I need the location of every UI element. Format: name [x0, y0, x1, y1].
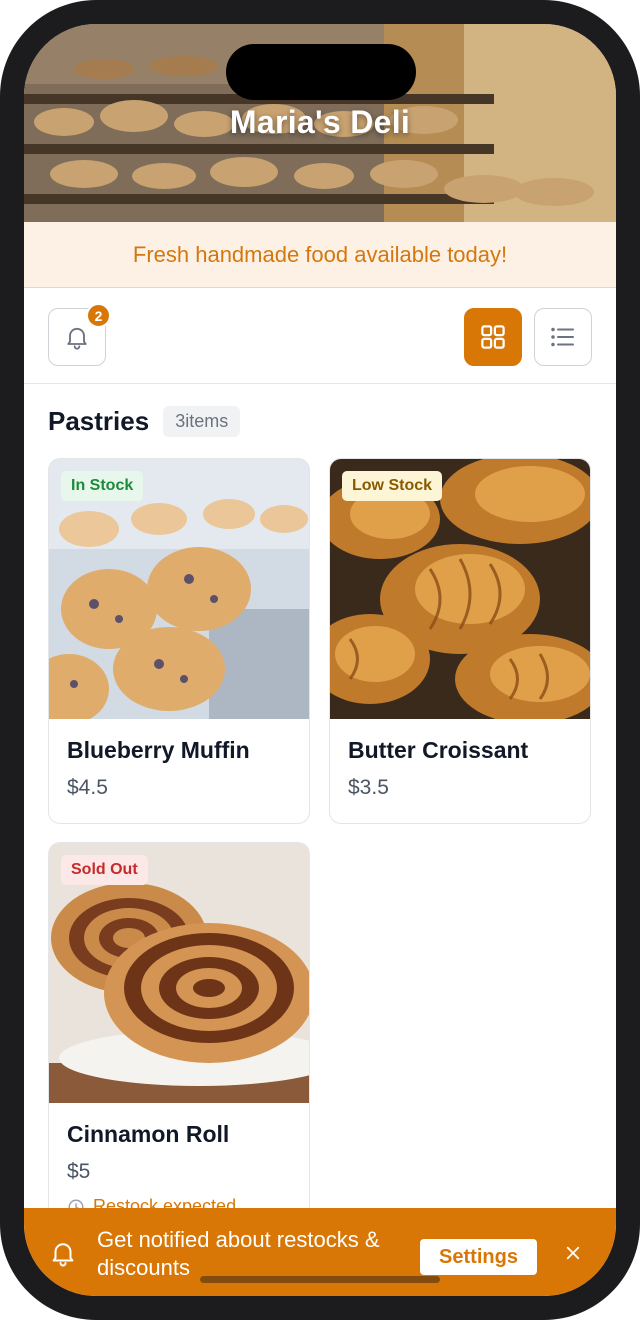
list-view-icon — [551, 327, 574, 347]
grid-view-icon — [481, 325, 505, 349]
product-image: In Stock — [49, 459, 309, 719]
product-card[interactable]: In Stock Blueberry Muffin $4.5 — [48, 458, 310, 824]
promo-banner-text: Fresh handmade food available today! — [132, 241, 508, 267]
list-view-button[interactable] — [534, 308, 592, 366]
home-indicator — [200, 1276, 440, 1283]
toolbar: 2 — [24, 288, 616, 384]
stock-status-badge: In Stock — [61, 471, 144, 501]
stock-status-badge: Sold Out — [61, 855, 148, 885]
product-image: Low Stock — [330, 459, 590, 719]
notification-count-badge: 2 — [86, 303, 111, 328]
bell-icon — [67, 327, 87, 350]
stock-status-badge: Low Stock — [342, 471, 443, 501]
phone-frame: Maria's Deli Fresh handmade food availab… — [0, 0, 640, 1320]
settings-button[interactable]: Settings — [420, 1239, 537, 1275]
close-icon — [566, 1246, 580, 1260]
toast-message: Get notified about restocks & discounts — [97, 1227, 380, 1280]
product-name: Blueberry Muffin — [67, 737, 250, 763]
promo-banner: Fresh handmade food available today! — [24, 222, 616, 288]
bell-icon — [52, 1243, 74, 1267]
product-card[interactable]: Low Stock Butter Croissant $3.5 — [329, 458, 591, 824]
product-price: $3.5 — [348, 776, 389, 799]
product-image: Sold Out — [49, 843, 309, 1103]
product-card[interactable]: Sold Out Cinnamon Roll $5 Restock expect… — [48, 842, 310, 1222]
product-name: Butter Croissant — [348, 737, 529, 763]
header-hero: Maria's Deli — [24, 24, 616, 222]
app-screen: Maria's Deli Fresh handmade food availab… — [24, 24, 616, 1296]
grid-view-button[interactable] — [464, 308, 522, 366]
store-title: Maria's Deli — [229, 104, 411, 140]
product-price: $5 — [67, 1160, 91, 1183]
close-toast-button[interactable] — [562, 1242, 584, 1264]
product-price: $4.5 — [67, 776, 108, 799]
section-title: Pastries — [48, 406, 150, 436]
item-count-pill: 3items — [163, 406, 241, 437]
dynamic-island — [226, 44, 416, 100]
section-header: Pastries 3items — [48, 406, 241, 437]
product-name: Cinnamon Roll — [67, 1121, 230, 1147]
